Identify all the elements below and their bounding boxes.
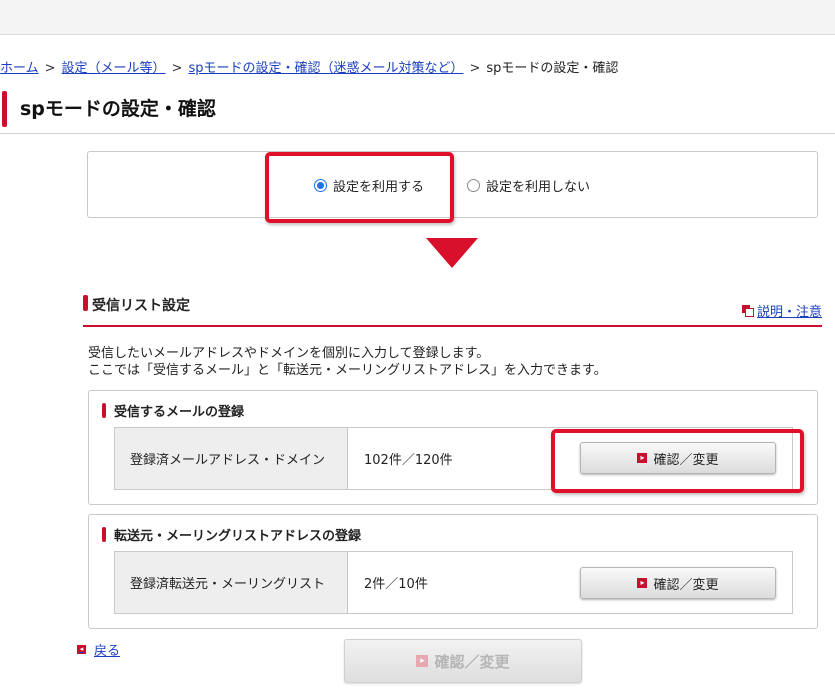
back-link-label: 戻る: [94, 644, 121, 659]
section-description: 受信したいメールアドレスやドメインを個別に入力して登録します。 ここでは「受信す…: [88, 345, 607, 379]
section-header: 受信リスト設定: [83, 295, 822, 325]
window-icon: [742, 305, 754, 317]
help-link-label: 説明・注意: [757, 305, 823, 320]
breadcrumb: ホーム > 設定（メール等） > spモードの設定・確認（迷惑メール対策など） > spモー…: [0, 57, 618, 76]
row-label: 登録済転送元・メーリングリスト: [115, 552, 348, 613]
breadcrumb-separator: >: [44, 61, 56, 76]
page-title: spモードの設定・確認: [20, 98, 216, 120]
help-link[interactable]: 説明・注意: [742, 301, 822, 320]
description-line: ここでは「受信するメール」と「転送元・メーリングリストアドレス」を入力できます。: [88, 363, 607, 378]
radio-do-not-use-setting-label: 設定を利用しない: [486, 180, 591, 195]
section-title: 受信リスト設定: [92, 298, 190, 314]
radio-unselected-icon[interactable]: [467, 179, 480, 192]
section-rule: [83, 325, 822, 327]
confirm-change-button[interactable]: ▸ 確認／変更: [580, 567, 776, 599]
highlight-box-button: [551, 429, 804, 493]
breadcrumb-separator: >: [469, 61, 481, 76]
card-title: 転送元・メーリングリストアドレスの登録: [102, 525, 361, 544]
row-label: 登録済メールアドレス・ドメイン: [115, 428, 348, 489]
down-arrow-icon: [426, 238, 478, 268]
back-link[interactable]: ◂ 戻る: [77, 640, 120, 659]
chevron-left-icon: ◂: [77, 645, 86, 654]
card-accent-bar: [102, 527, 106, 542]
row-value: 102件／120件: [364, 453, 453, 468]
button-label: 確認／変更: [653, 577, 719, 593]
divider: [0, 133, 835, 134]
breadcrumb-settings[interactable]: 設定（メール等）: [62, 61, 166, 76]
card-title-label: 受信するメールの登録: [114, 405, 245, 420]
breadcrumb-current: spモードの設定・確認: [486, 61, 619, 76]
chevron-right-icon: ▸: [416, 655, 429, 667]
card-title: 受信するメールの登録: [102, 401, 244, 420]
title-accent-bar: [2, 91, 7, 127]
card-accent-bar: [102, 403, 106, 418]
description-line: 受信したいメールアドレスやドメインを個別に入力して登録します。: [88, 346, 490, 361]
section-accent-bar: [83, 295, 88, 311]
radio-do-not-use-setting[interactable]: 設定を利用しない: [467, 176, 590, 195]
breadcrumb-spmode-settings[interactable]: spモードの設定・確認（迷惑メール対策など）: [188, 61, 463, 76]
breadcrumb-home[interactable]: ホーム: [0, 61, 39, 76]
card-title-label: 転送元・メーリングリストアドレスの登録: [114, 529, 362, 544]
chevron-right-icon: ▸: [637, 578, 648, 588]
submit-confirm-change-button[interactable]: ▸ 確認／変更: [344, 639, 582, 683]
top-bar: [0, 0, 835, 35]
breadcrumb-separator: >: [171, 61, 183, 76]
highlight-box-radio: [265, 152, 454, 223]
row-value: 2件／10件: [364, 577, 428, 592]
submit-button-label: 確認／変更: [434, 652, 510, 671]
